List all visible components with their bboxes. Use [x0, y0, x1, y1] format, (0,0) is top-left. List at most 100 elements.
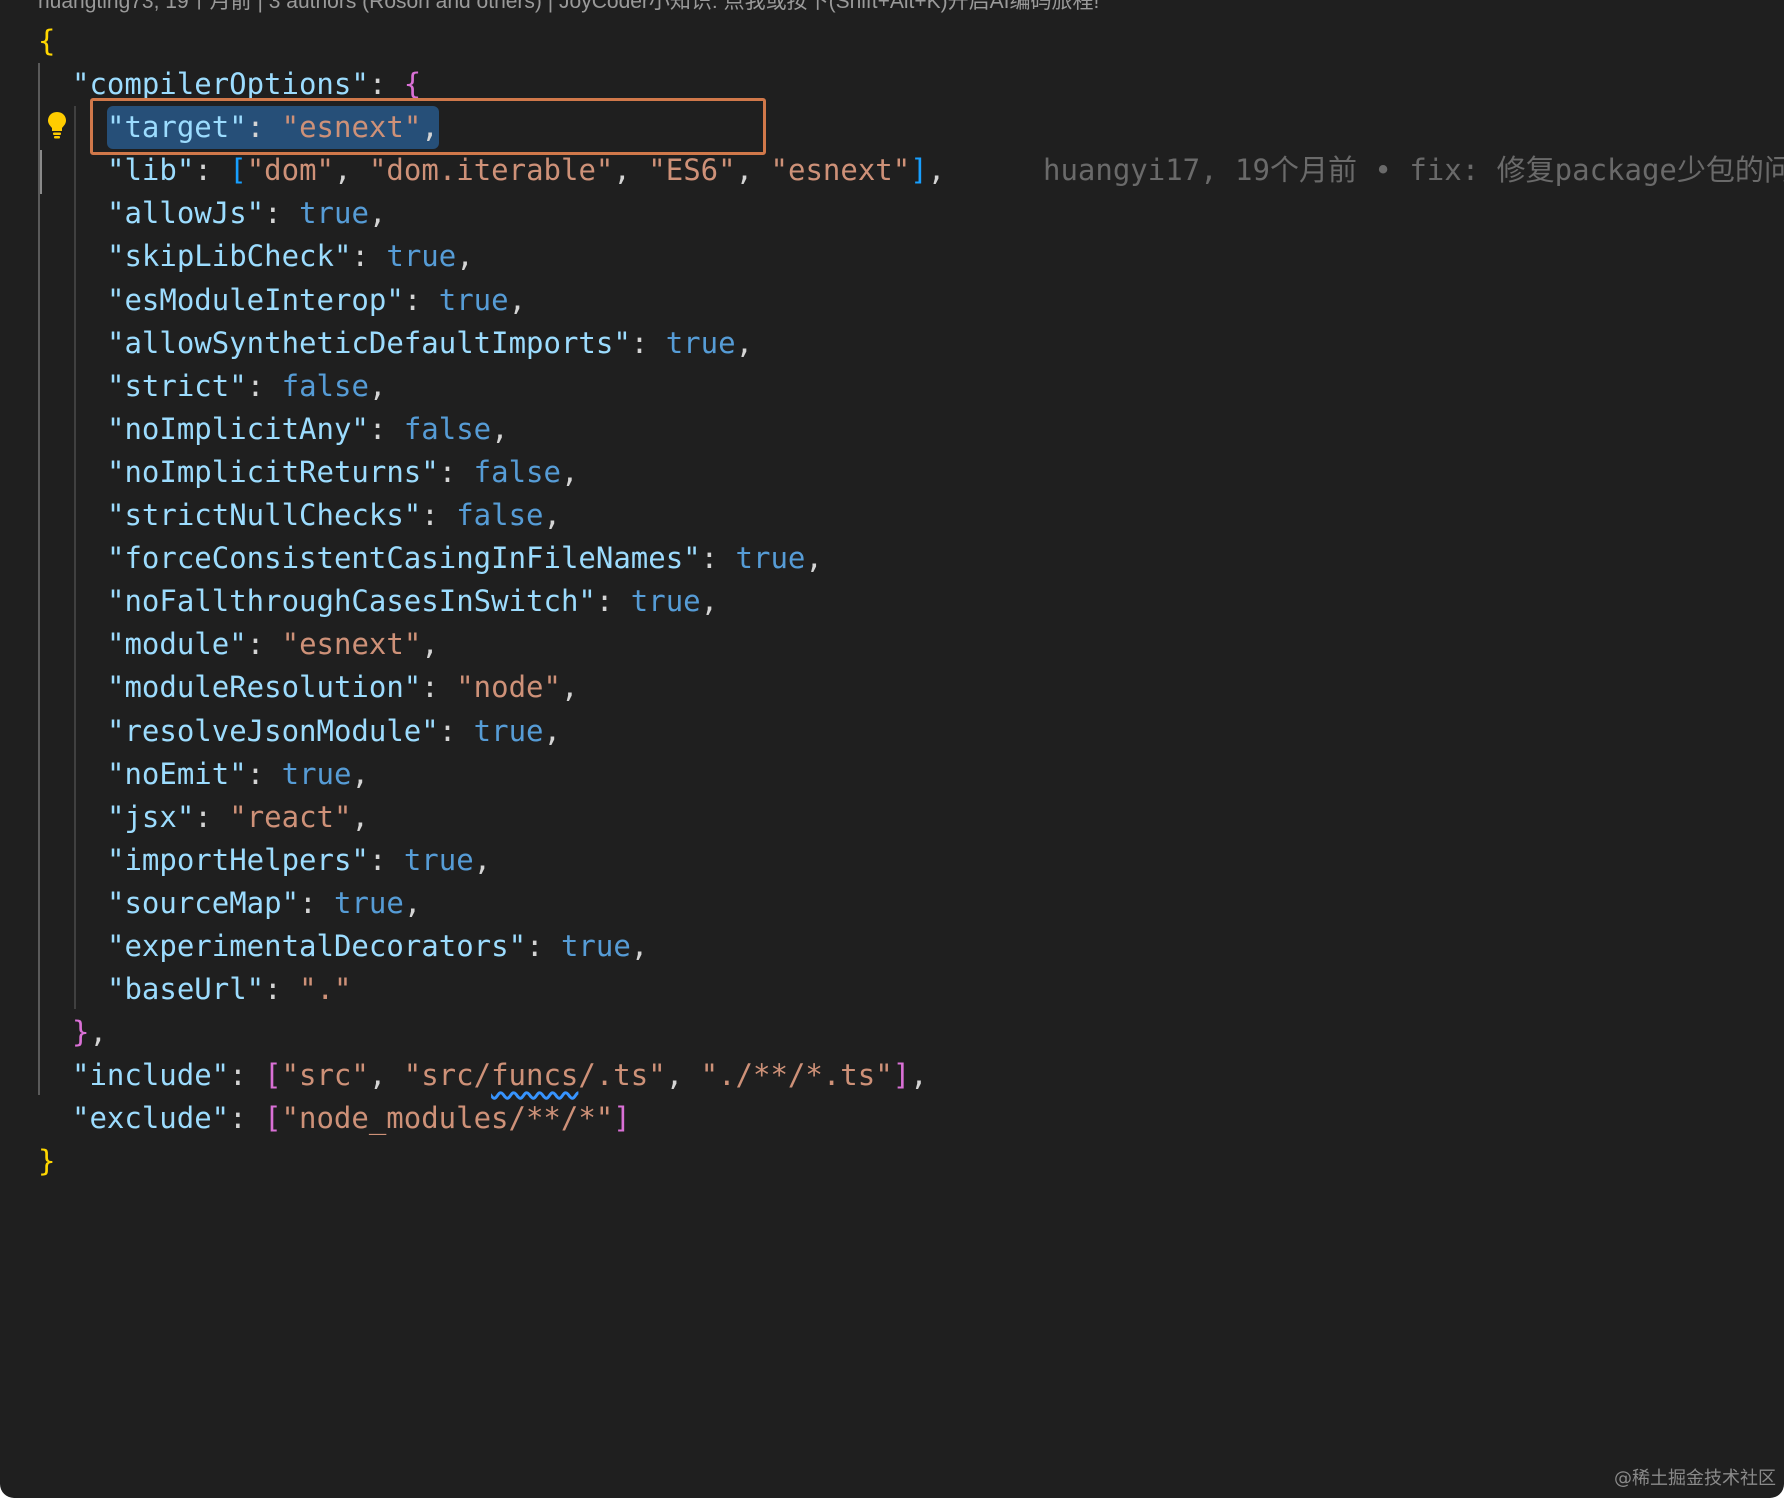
code-token: "dom": [246, 153, 335, 188]
code-token: funcs: [491, 1058, 579, 1093]
code-token: ,: [927, 153, 946, 188]
code-token: :: [299, 885, 334, 920]
code-token: "allowJs": [107, 196, 265, 231]
code-line[interactable]: "include": ["src", "src/funcs/.ts", "./*…: [0, 1054, 1784, 1097]
code-token: ,: [351, 756, 369, 791]
code-line-text: "skipLibCheck": true,: [107, 235, 474, 278]
code-line[interactable]: "compilerOptions": {: [0, 63, 1784, 106]
watermark: @稀土掘金技术社区: [1614, 1468, 1776, 1489]
code-line[interactable]: "jsx": "react",: [0, 796, 1784, 839]
code-line[interactable]: "module": "esnext",: [0, 623, 1784, 666]
code-token: "include": [72, 1058, 230, 1093]
code-line-text: "exclude": ["node_modules/**/*"]: [72, 1097, 631, 1140]
code-editor[interactable]: huangting73, 19个月前 | 3 authors (Roson an…: [0, 0, 1784, 1498]
code-line-text: "noFallthroughCasesInSwitch": true,: [107, 580, 718, 623]
code-token: "src/: [403, 1058, 492, 1093]
code-token: "node_modules/**/*": [281, 1101, 614, 1136]
code-token: "importHelpers": [107, 842, 369, 877]
code-token: :: [368, 842, 404, 877]
code-line[interactable]: "strict": false,: [0, 365, 1784, 408]
code-line[interactable]: "noFallthroughCasesInSwitch": true,: [0, 580, 1784, 623]
code-token: :: [595, 584, 631, 619]
code-token: :: [700, 541, 736, 576]
code-line[interactable]: "baseUrl": ".": [0, 968, 1784, 1011]
code-token: "noImplicitAny": [107, 411, 369, 446]
code-token: ,: [910, 1058, 928, 1093]
code-token: "sourceMap": [107, 885, 300, 920]
code-line[interactable]: "allowSyntheticDefaultImports": true,: [0, 322, 1784, 365]
code-line[interactable]: "skipLibCheck": true,: [0, 235, 1784, 278]
code-line-text: "esModuleInterop": true,: [107, 279, 526, 322]
code-line-text: "compilerOptions": {: [72, 63, 421, 106]
code-line-text: {: [38, 20, 55, 63]
code-line-text: "strictNullChecks": false,: [107, 494, 561, 537]
code-line[interactable]: "exclude": ["node_modules/**/*"]: [0, 1097, 1784, 1140]
code-token: :: [368, 67, 404, 102]
code-token: "node": [456, 670, 561, 705]
code-token: "ES6": [648, 153, 736, 188]
code-token: ,: [89, 1015, 107, 1050]
code-token: true: [403, 842, 474, 877]
code-token: ,: [368, 1058, 404, 1093]
code-token: ,: [456, 239, 474, 274]
code-line-text: "allowJs": true,: [107, 192, 386, 235]
code-token: /.ts": [578, 1058, 666, 1093]
code-lines[interactable]: { "compilerOptions": {"target": "esnext",…: [0, 20, 1784, 1184]
code-token: true: [438, 282, 509, 317]
code-token: :: [630, 325, 666, 360]
code-token: ,: [334, 153, 369, 188]
code-token: "resolveJsonModule": [107, 713, 439, 748]
code-token: }: [72, 1015, 90, 1050]
code-token: "module": [107, 627, 247, 662]
code-token: ,: [421, 627, 439, 662]
code-token: true: [473, 713, 544, 748]
code-line[interactable]: "target": "esnext",: [0, 106, 1784, 150]
code-token: "esnext": [281, 627, 422, 662]
code-line[interactable]: },: [0, 1011, 1784, 1054]
code-line[interactable]: "resolveJsonModule": true,: [0, 710, 1784, 753]
code-line[interactable]: "allowJs": true,: [0, 192, 1784, 235]
code-line[interactable]: {: [0, 20, 1784, 63]
code-token: :: [403, 282, 439, 317]
selected-text: "target": "esnext",: [107, 106, 439, 150]
code-token: :: [421, 498, 457, 533]
code-line[interactable]: "forceConsistentCasingInFileNames": true…: [0, 537, 1784, 580]
code-token: :: [368, 411, 404, 446]
code-token: "noImplicitReturns": [107, 454, 439, 489]
code-line-text: "module": "esnext",: [107, 623, 439, 666]
code-line[interactable]: "esModuleInterop": true,: [0, 279, 1784, 322]
code-token: false: [473, 454, 561, 489]
code-token: [: [229, 153, 247, 188]
code-token: :: [246, 110, 282, 145]
code-token: :: [194, 799, 230, 834]
code-line[interactable]: }: [0, 1140, 1784, 1183]
code-token: ,: [630, 928, 649, 963]
code-line-text: "noImplicitReturns": false,: [107, 451, 578, 494]
code-line-text: "allowSyntheticDefaultImports": true,: [107, 322, 753, 365]
code-line[interactable]: "sourceMap": true,: [0, 882, 1784, 925]
code-token: true: [299, 196, 369, 231]
code-token: "esModuleInterop": [107, 282, 404, 317]
code-line[interactable]: "lib": ["dom", "dom.iterable", "ES6", "e…: [0, 149, 1784, 192]
blame-codelens[interactable]: huangting73, 19个月前 | 3 authors (Roson an…: [38, 0, 1099, 18]
code-line-text: }: [38, 1140, 55, 1183]
code-token: ,: [421, 110, 439, 145]
code-token: "src": [281, 1058, 369, 1093]
code-token: "allowSyntheticDefaultImports": [107, 325, 631, 360]
code-token: false: [403, 411, 492, 446]
code-token: :: [264, 972, 300, 1007]
code-line[interactable]: "noImplicitReturns": false,: [0, 451, 1784, 494]
code-line[interactable]: "experimentalDecorators": true,: [0, 925, 1784, 968]
code-line[interactable]: "noImplicitAny": false,: [0, 408, 1784, 451]
code-line[interactable]: "noEmit": true,: [0, 753, 1784, 796]
code-line-text: "importHelpers": true,: [107, 839, 491, 882]
code-line[interactable]: "strictNullChecks": false,: [0, 494, 1784, 537]
code-token: :: [246, 368, 282, 403]
code-line[interactable]: "importHelpers": true,: [0, 839, 1784, 882]
code-line[interactable]: "moduleResolution": "node",: [0, 666, 1784, 709]
code-token: ]: [892, 1058, 911, 1093]
code-token: "compilerOptions": [72, 67, 369, 102]
code-token: ,: [403, 885, 422, 920]
code-token: [: [264, 1101, 282, 1136]
code-line-text: "forceConsistentCasingInFileNames": true…: [107, 537, 823, 580]
